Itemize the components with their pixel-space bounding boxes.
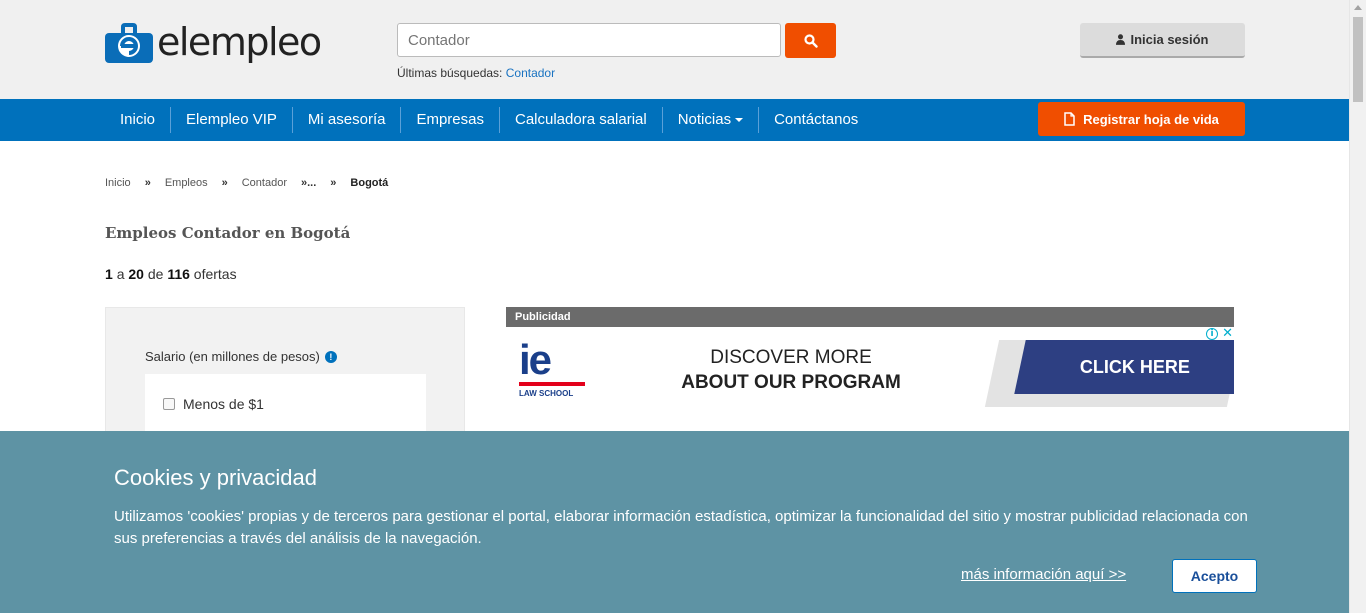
caret-down-icon xyxy=(735,118,744,123)
results-total: 116 xyxy=(167,266,190,282)
info-icon[interactable]: ! xyxy=(324,350,337,363)
cookie-title: Cookies y privacidad xyxy=(114,465,317,490)
breadcrumb: Inicio » Empleos » Contador »... » Bogot… xyxy=(105,177,402,189)
recent-search-link[interactable]: Contador xyxy=(506,66,555,80)
breadcrumb-separator: » xyxy=(221,177,228,189)
filters-panel: Salario (en millones de pesos) ! Menos d… xyxy=(105,307,465,444)
search-input[interactable] xyxy=(397,23,781,57)
nav-label: Noticias xyxy=(677,111,732,128)
ad-close-icon[interactable]: ✕ xyxy=(1222,327,1233,340)
ad-cta-button[interactable]: CLICK HERE xyxy=(1014,340,1234,394)
ad-cta-label: CLICK HERE xyxy=(1079,356,1190,377)
salary-option[interactable]: Menos de $1 xyxy=(163,396,264,412)
ie-logo-text: ie xyxy=(519,336,552,383)
nav-item-inicio[interactable]: Inicio xyxy=(105,107,172,133)
scroll-up-icon[interactable] xyxy=(1354,5,1362,10)
nav-label: Contáctanos xyxy=(774,111,859,128)
breadcrumb-item-contador[interactable]: Contador xyxy=(242,177,287,189)
results-to: 20 xyxy=(128,266,144,282)
scrollbar[interactable] xyxy=(1349,0,1366,613)
results-a: a xyxy=(116,266,125,282)
cookie-more-info-link[interactable]: más información aquí >> xyxy=(961,566,1126,583)
ad-headline: DISCOVER MORE ABOUT OUR PROGRAM xyxy=(656,345,926,395)
nav-label: Calculadora salarial xyxy=(514,111,647,128)
cookie-text: Utilizamos 'cookies' propias y de tercer… xyxy=(114,508,1248,547)
adchoices[interactable]: i ✕ xyxy=(1206,327,1233,340)
nav-label: Mi asesoría xyxy=(307,111,386,128)
salary-label-text: Salario (en millones de pesos) xyxy=(145,349,320,364)
document-icon xyxy=(1064,112,1075,126)
login-label: Inicia sesión xyxy=(1130,32,1209,47)
ie-logo: ie LAW SCHOOL xyxy=(519,336,585,398)
ad-label: Publicidad xyxy=(506,307,1234,327)
breadcrumb-ellipsis[interactable]: »... xyxy=(301,177,316,189)
breadcrumb-item-inicio[interactable]: Inicio xyxy=(105,177,131,189)
search-button[interactable] xyxy=(785,23,836,58)
site-header: elempleo Últimas búsquedas: Contador Ini… xyxy=(0,0,1349,99)
elempleo-logo[interactable]: elempleo xyxy=(105,17,322,67)
ad-banner[interactable]: ie LAW SCHOOL DISCOVER MORE ABOUT OUR PR… xyxy=(506,327,1234,431)
ad-line2: ABOUT OUR PROGRAM xyxy=(681,372,901,393)
ie-logo-sub: LAW SCHOOL xyxy=(519,389,574,398)
results-from: 1 xyxy=(105,266,113,282)
register-cv-button[interactable]: Registrar hoja de vida xyxy=(1038,102,1245,136)
user-icon xyxy=(1116,34,1126,45)
cookie-banner: Cookies y privacidad Utilizamos 'cookies… xyxy=(0,431,1349,613)
logo-mark-icon xyxy=(105,21,153,63)
scroll-thumb[interactable] xyxy=(1353,17,1363,102)
ad-line1: DISCOVER MORE xyxy=(710,347,872,368)
breadcrumb-item-empleos[interactable]: Empleos xyxy=(165,177,208,189)
results-count: 1 a 20 de 116 ofertas xyxy=(105,266,237,282)
recent-searches: Últimas búsquedas: Contador xyxy=(397,66,555,80)
salary-checkbox[interactable] xyxy=(163,398,175,410)
nav-label: Inicio xyxy=(120,111,156,128)
logo-text: elempleo xyxy=(157,20,322,64)
results-suffix: ofertas xyxy=(193,266,237,282)
nav-item-contactanos[interactable]: Contáctanos xyxy=(759,107,873,133)
page-title: Empleos Contador en Bogotá xyxy=(105,224,351,242)
nav-item-vip[interactable]: Elempleo VIP xyxy=(171,107,293,133)
breadcrumb-separator: » xyxy=(330,177,337,189)
results-de: de xyxy=(147,266,164,282)
nav-item-asesoria[interactable]: Mi asesoría xyxy=(293,107,402,133)
salary-option-label: Menos de $1 xyxy=(183,396,264,412)
adchoices-icon[interactable]: i xyxy=(1206,328,1219,340)
nav-item-noticias[interactable]: Noticias xyxy=(663,107,760,133)
nav-label: Elempleo VIP xyxy=(186,111,277,128)
recent-searches-label: Últimas búsquedas: xyxy=(397,66,503,80)
login-button[interactable]: Inicia sesión xyxy=(1080,23,1245,58)
salary-filter-label: Salario (en millones de pesos) ! xyxy=(145,349,337,364)
register-label: Registrar hoja de vida xyxy=(1083,111,1219,127)
main-nav: Inicio Elempleo VIP Mi asesoría Empresas… xyxy=(0,99,1349,141)
breadcrumb-separator: » xyxy=(144,177,151,189)
breadcrumb-current: Bogotá xyxy=(350,177,389,189)
nav-item-calculadora[interactable]: Calculadora salarial xyxy=(500,107,663,133)
nav-label: Empresas xyxy=(416,111,484,128)
search-icon xyxy=(803,33,818,48)
nav-item-empresas[interactable]: Empresas xyxy=(401,107,500,133)
cookie-accept-button[interactable]: Acepto xyxy=(1172,559,1257,593)
